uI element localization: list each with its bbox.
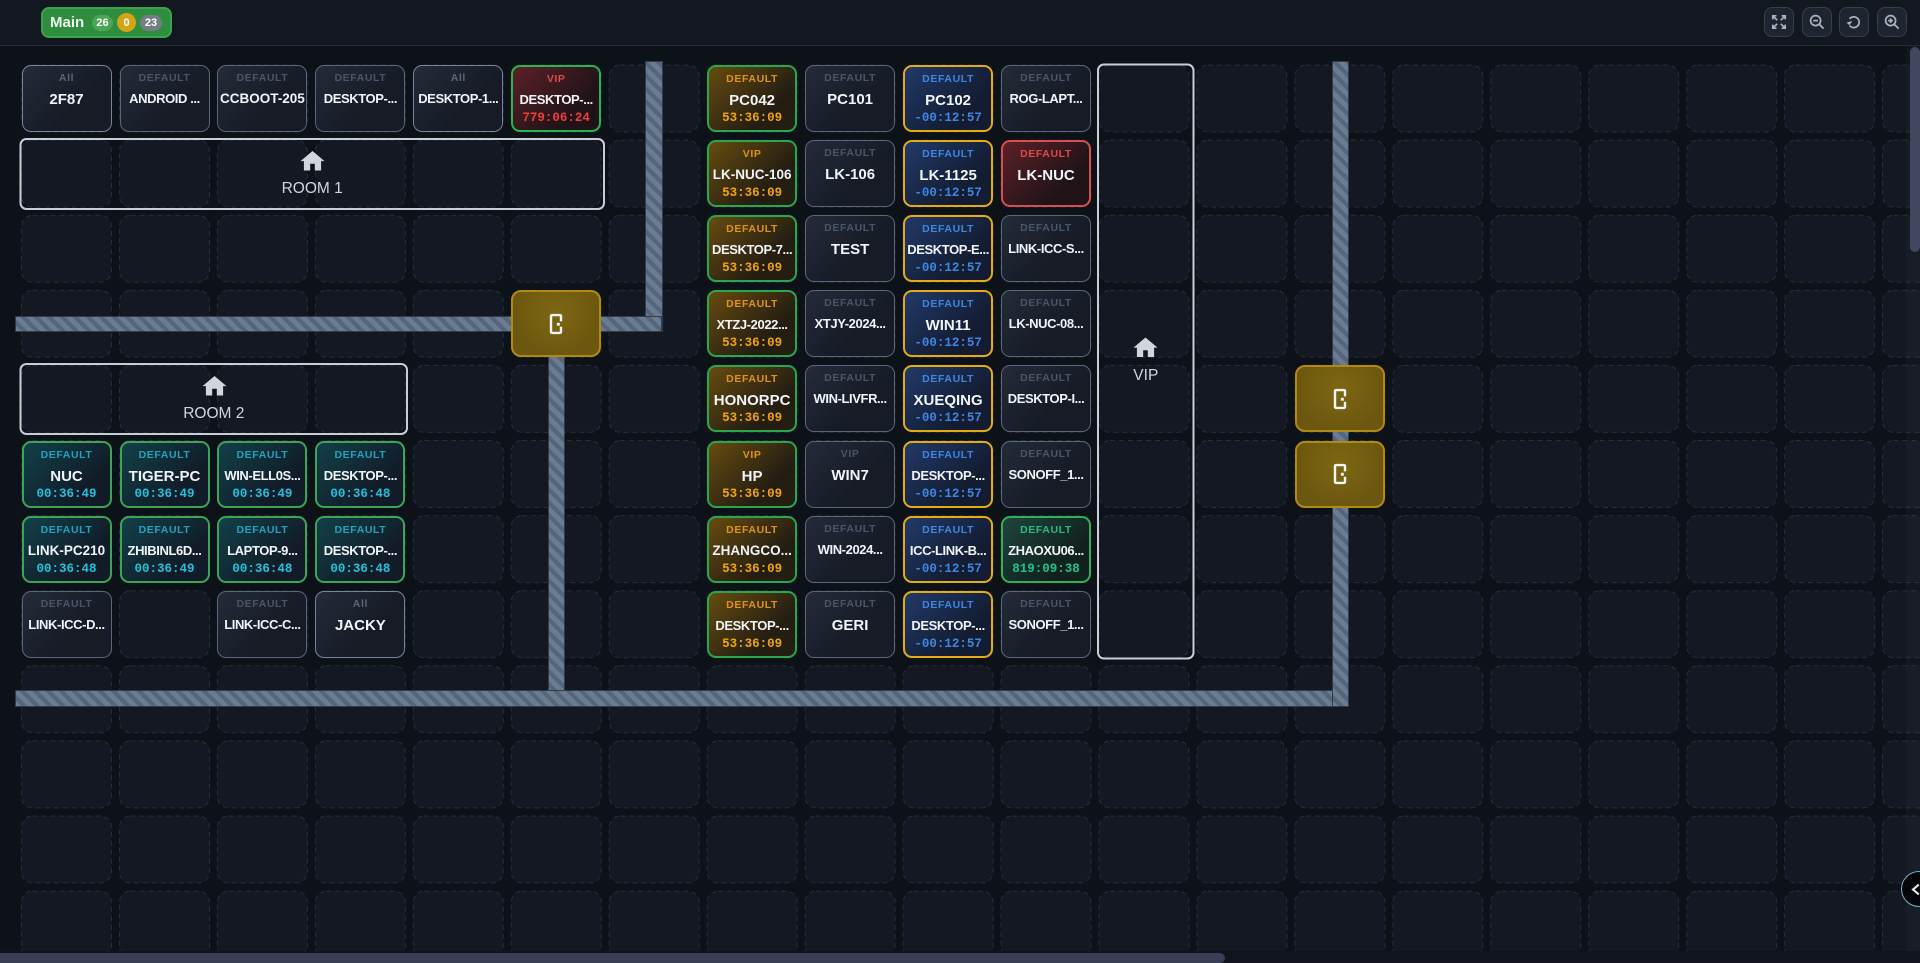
svg-text:VIP: VIP	[1133, 367, 1158, 384]
svg-text:ROOM 1: ROOM 1	[282, 180, 343, 197]
svg-text:ROOM 2: ROOM 2	[183, 405, 244, 422]
